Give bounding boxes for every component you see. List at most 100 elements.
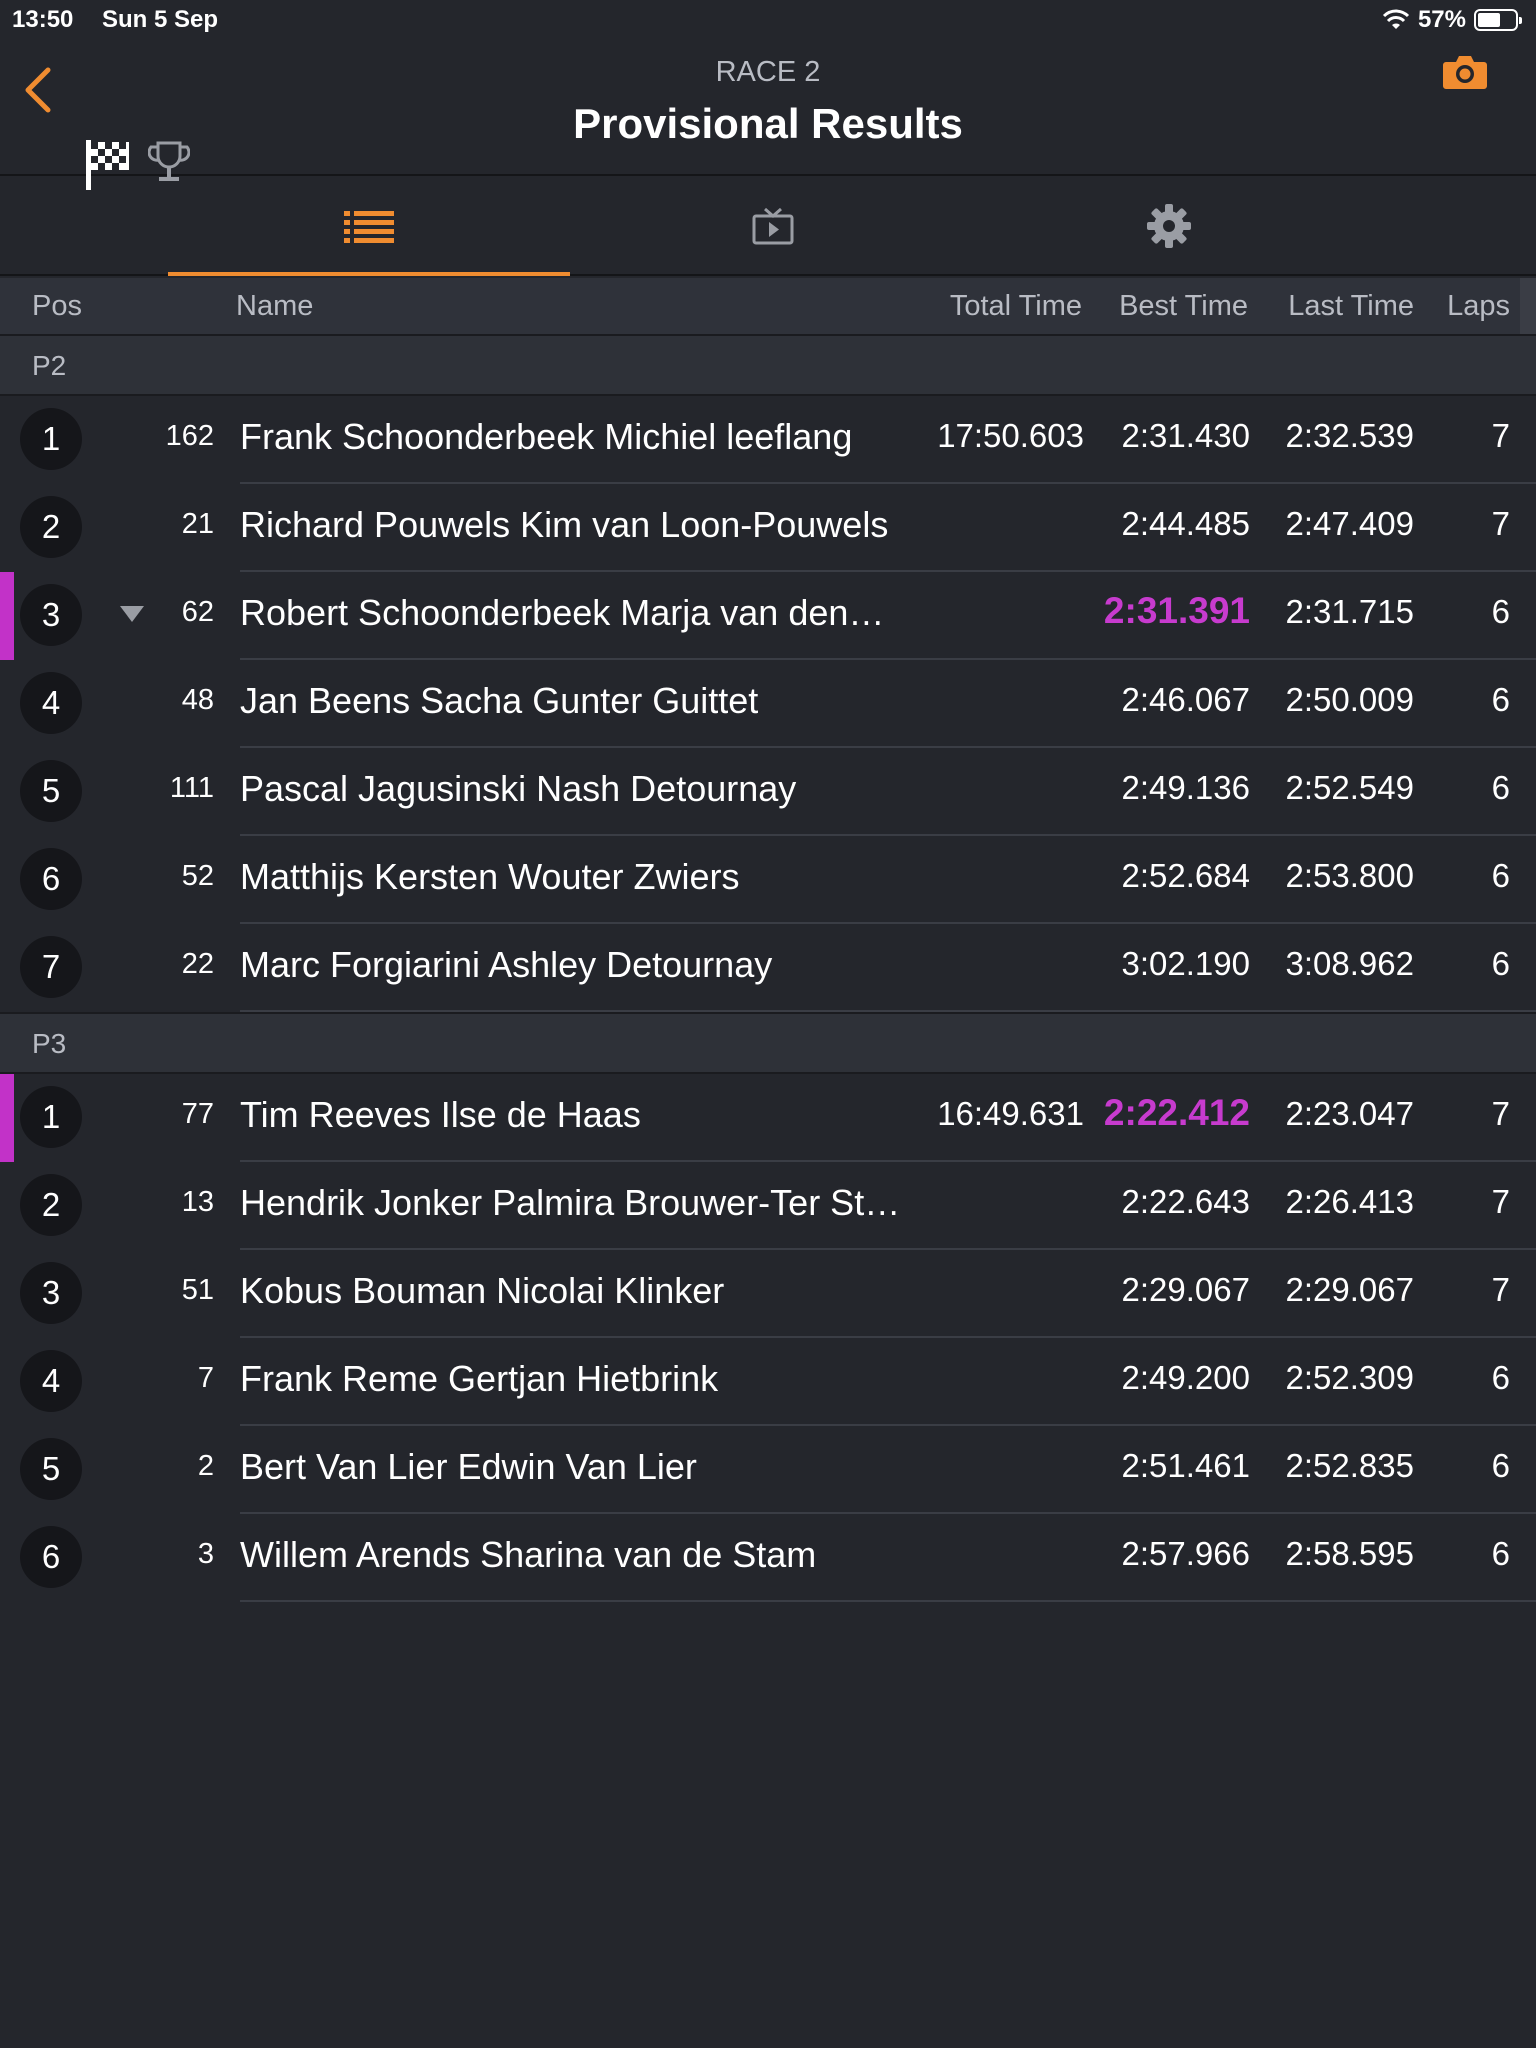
best-time: 2:49.200 xyxy=(1121,1359,1250,1396)
last-time: 2:47.409 xyxy=(1285,505,1414,542)
result-row[interactable]: 5 111 Pascal Jagusinski Nash Detournay 2:49… xyxy=(0,748,1536,836)
laps-count: 6 xyxy=(1491,1359,1510,1396)
last-time: 2:32.539 xyxy=(1285,417,1414,454)
best-time: 2:22.643 xyxy=(1121,1183,1250,1220)
driver-names: Richard Pouwels Kim van Loon-Pouwels xyxy=(240,504,889,545)
laps-count: 7 xyxy=(1491,1095,1510,1132)
last-time: 2:31.715 xyxy=(1285,593,1414,630)
best-time: 3:02.190 xyxy=(1121,945,1250,982)
position-badge: 5 xyxy=(20,760,82,822)
driver-names: Frank Reme Gertjan Hietbrink xyxy=(240,1358,719,1399)
driver-names: Bert Van Lier Edwin Van Lier xyxy=(240,1446,697,1487)
tab-bar xyxy=(0,178,1536,276)
driver-names: Robert Schoonderbeek Marja van den… xyxy=(240,592,885,633)
driver-names: Hendrik Jonker Palmira Brouwer-Ter St… xyxy=(240,1182,901,1223)
col-best-time[interactable]: Best Time xyxy=(1119,290,1248,323)
position-badge: 1 xyxy=(20,1086,82,1148)
position-badge: 5 xyxy=(20,1438,82,1500)
tv-play-icon xyxy=(752,207,794,245)
car-number: 111 xyxy=(169,772,214,804)
result-row[interactable]: 3 62 Robert Schoonderbeek Marja van den… 2:… xyxy=(0,572,1536,660)
last-time: 2:52.549 xyxy=(1285,769,1414,806)
driver-names: Matthijs Kersten Wouter Zwiers xyxy=(240,856,740,897)
gear-icon xyxy=(1147,204,1191,248)
last-time: 3:08.962 xyxy=(1285,945,1414,982)
best-time: 2:52.684 xyxy=(1121,857,1250,894)
tab-settings[interactable] xyxy=(968,178,1370,274)
laps-count: 6 xyxy=(1491,769,1510,806)
col-last-time[interactable]: Last Time xyxy=(1288,290,1414,323)
status-date: Sun 5 Sep xyxy=(102,6,219,33)
car-number: 3 xyxy=(197,1538,214,1570)
camera-button[interactable] xyxy=(1442,52,1488,98)
last-time: 2:58.595 xyxy=(1285,1535,1414,1572)
position-badge: 4 xyxy=(20,1350,82,1412)
status-right: 57% xyxy=(1382,6,1522,34)
driver-names: Jan Beens Sacha Gunter Guittet xyxy=(240,680,759,721)
col-laps[interactable]: Laps xyxy=(1447,290,1510,323)
result-row[interactable]: 1 77 Tim Reeves Ilse de Haas 16:49.631 2:22.… xyxy=(0,1074,1536,1162)
result-row[interactable]: 7 22 Marc Forgiarini Ashley Detournay 3:02.… xyxy=(0,924,1536,1012)
car-number: 2 xyxy=(197,1450,214,1482)
driver-names: Marc Forgiarini Ashley Detournay xyxy=(240,944,773,985)
laps-count: 6 xyxy=(1491,681,1510,718)
row-divider xyxy=(240,1600,1536,1602)
last-time: 2:50.009 xyxy=(1285,681,1414,718)
position-badge: 3 xyxy=(20,584,82,646)
battery-percent: 57% xyxy=(1417,6,1466,33)
result-row[interactable]: 2 21 Richard Pouwels Kim van Loon-Pouwels 2… xyxy=(0,484,1536,572)
best-time: 2:31.430 xyxy=(1121,417,1250,454)
page-title: Provisional Results xyxy=(573,100,963,147)
total-time: 17:50.603 xyxy=(937,417,1084,454)
position-badge: 3 xyxy=(20,1262,82,1324)
result-row[interactable]: 4 48 Jan Beens Sacha Gunter Guittet 2:46.06… xyxy=(0,660,1536,748)
car-number: 7 xyxy=(197,1362,214,1394)
car-number: 62 xyxy=(181,596,214,628)
tab-live-tv[interactable] xyxy=(572,178,974,274)
best-time: 2:22.412 xyxy=(1103,1092,1250,1133)
last-time: 2:52.835 xyxy=(1285,1447,1414,1484)
driver-names: Frank Schoonderbeek Michiel leeflang xyxy=(240,416,853,457)
result-row[interactable]: 3 51 Kobus Bouman Nicolai Klinker 2:29.067 2… xyxy=(0,1250,1536,1338)
fastest-lap-marker xyxy=(0,572,14,660)
laps-count: 7 xyxy=(1491,505,1510,542)
col-pos[interactable]: Pos xyxy=(32,290,82,323)
result-row[interactable]: 1 162 Frank Schoonderbeek Michiel leeflang… xyxy=(0,396,1536,484)
result-row[interactable]: 6 3 Willem Arends Sharina van de Stam 2:57.… xyxy=(0,1514,1536,1602)
driver-names: Pascal Jagusinski Nash Detournay xyxy=(240,768,797,809)
result-row[interactable]: 4 7 Frank Reme Gertjan Hietbrink 2:49.200 2:… xyxy=(0,1338,1536,1426)
car-number: 21 xyxy=(181,508,214,540)
laps-count: 7 xyxy=(1491,417,1510,454)
car-number: 22 xyxy=(181,948,214,980)
section-header: P3 xyxy=(0,1012,1536,1074)
tab-results-list[interactable] xyxy=(168,178,570,276)
camera-icon xyxy=(1443,56,1487,89)
result-row[interactable]: 6 52 Matthijs Kersten Wouter Zwiers 2:52.68… xyxy=(0,836,1536,924)
last-time: 2:29.067 xyxy=(1285,1271,1414,1308)
col-name[interactable]: Name xyxy=(236,290,313,323)
best-time: 2:44.485 xyxy=(1121,505,1250,542)
position-badge: 2 xyxy=(20,1174,82,1236)
car-number: 51 xyxy=(181,1274,214,1306)
position-badge: 7 xyxy=(20,936,82,998)
section-label: P2 xyxy=(32,350,67,381)
best-time: 2:31.391 xyxy=(1103,590,1250,631)
position-down-icon xyxy=(120,606,144,622)
scrollbar[interactable] xyxy=(1520,278,1536,334)
position-badge: 2 xyxy=(20,496,82,558)
driver-names: Tim Reeves Ilse de Haas xyxy=(240,1094,641,1135)
total-time: 16:49.631 xyxy=(937,1095,1084,1132)
list-icon xyxy=(344,211,394,243)
col-total-time[interactable]: Total Time xyxy=(950,290,1082,323)
best-time: 2:57.966 xyxy=(1121,1535,1250,1572)
laps-count: 6 xyxy=(1491,857,1510,894)
best-time: 2:51.461 xyxy=(1121,1447,1250,1484)
result-row[interactable]: 2 13 Hendrik Jonker Palmira Brouwer-Ter St… xyxy=(0,1162,1536,1250)
laps-count: 6 xyxy=(1491,593,1510,630)
result-row[interactable]: 5 2 Bert Van Lier Edwin Van Lier 2:51.461 2:… xyxy=(0,1426,1536,1514)
laps-count: 6 xyxy=(1491,1535,1510,1572)
position-badge: 4 xyxy=(20,672,82,734)
car-number: 13 xyxy=(181,1186,214,1218)
last-time: 2:53.800 xyxy=(1285,857,1414,894)
column-header: Pos Name Total Time Best Time Last Time … xyxy=(0,278,1520,334)
